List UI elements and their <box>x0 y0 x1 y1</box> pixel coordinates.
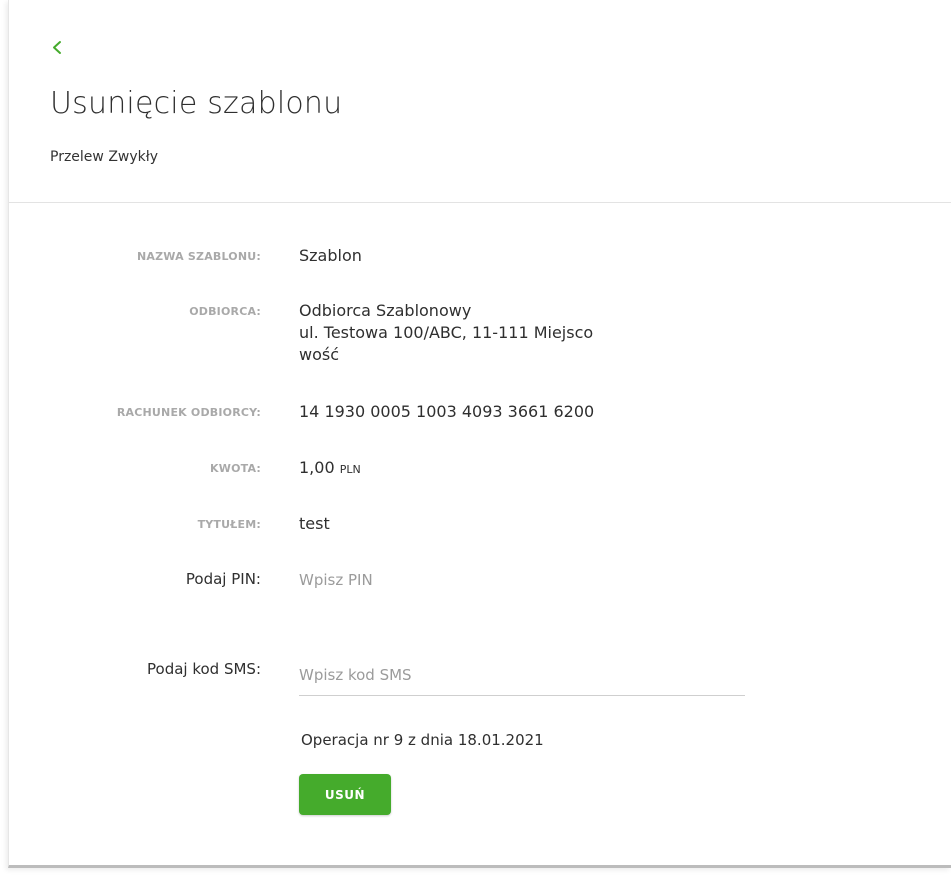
recipient-account-value: 14 1930 0005 1003 4093 3661 6200 <box>299 402 595 421</box>
amount-number: 1,00 <box>299 458 335 477</box>
recipient-name: Odbiorca Szablonowy <box>299 301 472 320</box>
sms-code-input[interactable] <box>299 654 745 696</box>
recipient-value: Odbiorca Szablonowy ul. Testowa 100/ABC,… <box>299 300 593 366</box>
pin-input[interactable] <box>299 565 745 595</box>
amount-label: KWOTA: <box>210 462 261 475</box>
recipient-address-cont: wość <box>299 345 340 364</box>
recipient-account-label: RACHUNEK ODBIORCY: <box>116 406 261 419</box>
divider <box>9 202 951 203</box>
recipient-label: ODBIORCA: <box>189 305 261 318</box>
template-delete-card: Usunięcie szablonu Przelew Zwykły NAZWA … <box>8 0 951 868</box>
template-name-label: NAZWA SZABLONU: <box>137 250 261 263</box>
transfer-title-value: test <box>299 514 330 533</box>
page-subtitle: Przelew Zwykły <box>50 149 159 165</box>
transfer-title-label: TYTUŁEM: <box>197 518 261 531</box>
template-name-value: Szablon <box>299 246 362 265</box>
back-button[interactable] <box>49 36 67 58</box>
pin-label: Podaj PIN: <box>185 570 261 588</box>
recipient-address: ul. Testowa 100/ABC, 11-111 Miejsco <box>299 323 594 342</box>
operation-info: Operacja nr 9 z dnia 18.01.2021 <box>301 731 544 749</box>
chevron-left-icon <box>53 41 61 54</box>
amount-value: 1,00 PLN <box>299 457 361 481</box>
delete-button[interactable]: USUŃ <box>299 774 391 815</box>
sms-code-label: Podaj kod SMS: <box>147 660 261 678</box>
page-title: Usunięcie szablonu <box>50 86 343 121</box>
amount-currency: PLN <box>339 463 361 476</box>
